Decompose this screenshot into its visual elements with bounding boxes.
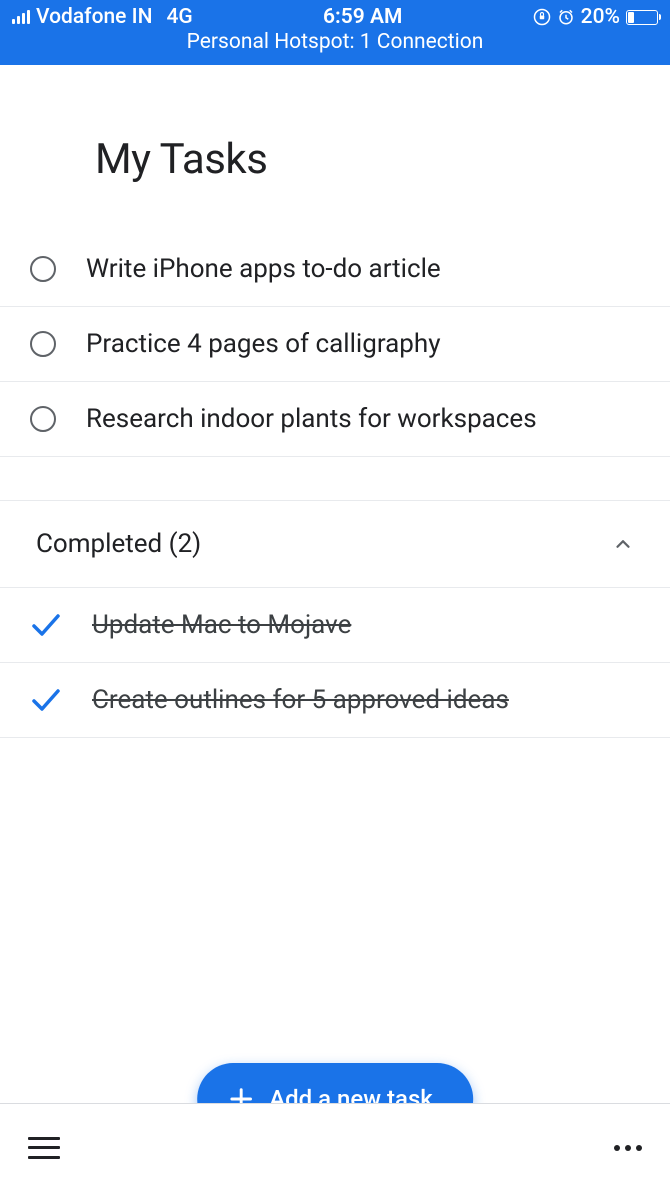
completed-section-label: Completed (2)	[36, 529, 201, 559]
checkmark-icon[interactable]	[30, 612, 62, 638]
page-title: My Tasks	[0, 135, 670, 232]
status-left: Vodafone IN 4G	[12, 5, 193, 29]
status-right: 20%	[533, 5, 658, 29]
status-bar: Vodafone IN 4G 6:59 AM 20% Personal Hots…	[0, 0, 670, 65]
signal-icon	[12, 10, 30, 24]
task-checkbox[interactable]	[30, 406, 56, 432]
completed-task-label: Update Mac to Mojave	[92, 610, 351, 640]
task-label: Practice 4 pages of calligraphy	[86, 329, 441, 359]
task-row[interactable]: Research indoor plants for workspaces	[0, 382, 670, 457]
completed-task-row[interactable]: Create outlines for 5 approved ideas	[0, 663, 670, 738]
task-checkbox[interactable]	[30, 256, 56, 282]
task-row[interactable]: Write iPhone apps to-do article	[0, 232, 670, 307]
bottom-bar	[0, 1103, 670, 1191]
menu-button[interactable]	[28, 1137, 60, 1159]
section-spacer	[0, 457, 670, 501]
alarm-icon	[557, 8, 575, 26]
completed-section-header[interactable]: Completed (2)	[0, 501, 670, 588]
main-content: My Tasks Write iPhone apps to-do article…	[0, 65, 670, 738]
task-checkbox[interactable]	[30, 331, 56, 357]
orientation-lock-icon	[533, 8, 551, 26]
hotspot-label: Personal Hotspot: 1 Connection	[0, 30, 670, 60]
battery-icon	[626, 10, 658, 25]
task-row[interactable]: Practice 4 pages of calligraphy	[0, 307, 670, 382]
clock-label: 6:59 AM	[323, 5, 402, 29]
network-label: 4G	[166, 5, 192, 29]
task-label: Write iPhone apps to-do article	[86, 254, 441, 284]
completed-task-row[interactable]: Update Mac to Mojave	[0, 588, 670, 663]
more-button[interactable]	[614, 1145, 642, 1151]
completed-task-label: Create outlines for 5 approved ideas	[92, 685, 509, 715]
carrier-label: Vodafone IN	[36, 5, 152, 29]
status-bar-top: Vodafone IN 4G 6:59 AM 20%	[0, 0, 670, 30]
task-label: Research indoor plants for workspaces	[86, 404, 537, 434]
battery-percent-label: 20%	[581, 5, 620, 29]
chevron-up-icon	[612, 533, 634, 555]
checkmark-icon[interactable]	[30, 687, 62, 713]
